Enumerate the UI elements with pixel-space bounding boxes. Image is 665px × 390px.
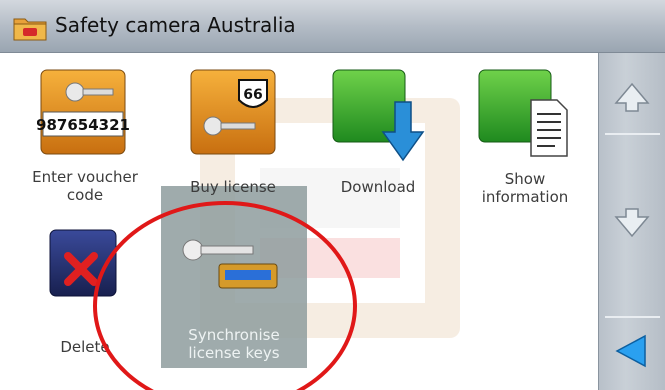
synchronise-label-line2: license keys xyxy=(188,344,280,362)
show-information-label-line1: Show xyxy=(504,170,546,188)
voucher-code-text: 987654321 xyxy=(37,116,129,134)
enter-voucher-code-button[interactable]: 987654321 Enter voucher code xyxy=(10,66,160,216)
show-information-label-line2: information xyxy=(481,188,569,206)
scroll-separator-top xyxy=(605,133,660,135)
folder-icon xyxy=(13,18,47,41)
arrow-up-icon[interactable] xyxy=(613,81,651,113)
back-arrow-icon[interactable] xyxy=(613,333,649,369)
show-information-icon xyxy=(478,69,568,157)
enter-voucher-label-line1: Enter voucher xyxy=(32,168,138,186)
buy-license-label: Buy license xyxy=(190,178,276,196)
delete-button[interactable]: Delete xyxy=(10,218,160,368)
voucher-key-icon: 987654321 xyxy=(37,69,129,155)
download-label: Download xyxy=(340,178,416,196)
delete-icon xyxy=(49,229,117,297)
title-bar: Safety camera Australia xyxy=(0,0,665,53)
show-information-button[interactable]: Show information xyxy=(450,66,600,216)
page-title: Safety camera Australia xyxy=(55,13,296,37)
route-66-badge: 66 xyxy=(243,87,262,103)
scroll-separator-bottom xyxy=(605,316,660,318)
buy-license-button[interactable]: 66 Buy license xyxy=(158,66,308,216)
buy-license-key-icon: 66 xyxy=(190,69,276,155)
delete-label: Delete xyxy=(60,338,110,356)
scroll-panel xyxy=(598,53,665,390)
synchronise-keys-icon xyxy=(182,239,278,289)
download-button[interactable]: Download xyxy=(303,66,453,216)
synchronise-license-keys-button[interactable]: Synchronise license keys xyxy=(161,218,307,368)
arrow-down-icon[interactable] xyxy=(613,207,651,239)
enter-voucher-label-line2: code xyxy=(66,186,104,204)
synchronise-label-line1: Synchronise xyxy=(188,326,280,344)
download-icon xyxy=(332,69,425,162)
